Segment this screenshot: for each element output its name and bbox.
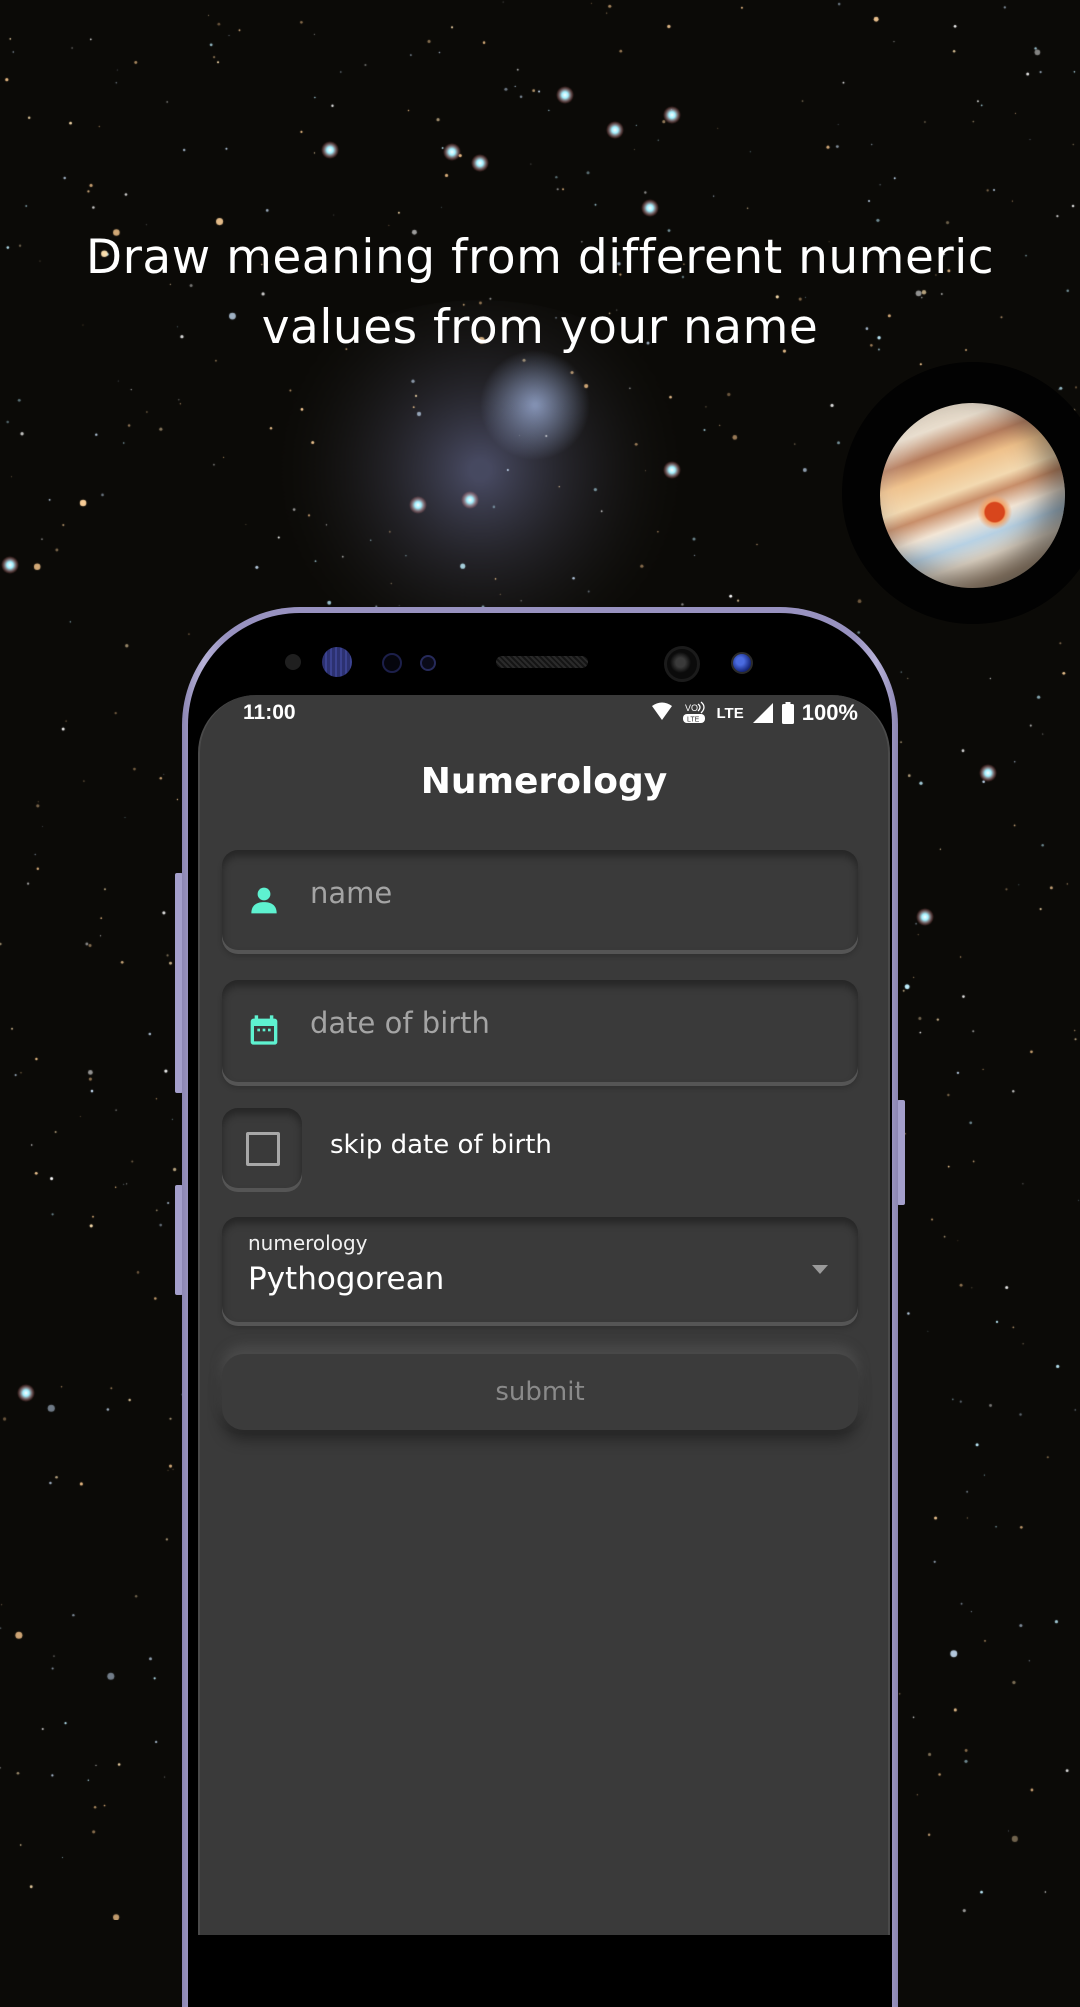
phone-power-button [897, 1100, 905, 1205]
volte-icon: VO LTE [682, 701, 705, 724]
iris-scanner-icon [322, 647, 352, 677]
checkbox-square-icon [246, 1132, 280, 1166]
submit-button[interactable]: submit [222, 1354, 858, 1430]
numerology-select-value: Pythogorean [248, 1261, 445, 1297]
svg-text:VO: VO [685, 703, 698, 713]
jupiter-image [880, 403, 1065, 588]
status-icons: VO LTE LTE 100% [651, 700, 858, 726]
date-of-birth-input[interactable]: date of birth [222, 980, 858, 1082]
svg-text:LTE: LTE [687, 717, 700, 724]
dropdown-caret-icon[interactable] [812, 1265, 828, 1274]
wifi-icon [651, 702, 672, 720]
dob-placeholder: date of birth [310, 1006, 490, 1040]
phone-screen: 11:00 VO LTE LTE 100% Numerology name dat… [198, 695, 890, 1935]
front-camera-icon [664, 646, 700, 682]
calendar-icon [250, 1015, 278, 1045]
camera-lens-icon [731, 652, 753, 674]
name-input[interactable]: name [222, 850, 858, 950]
sensor-ring-icon [382, 653, 402, 673]
proximity-sensor-icon [285, 654, 301, 670]
battery-icon [781, 702, 794, 724]
person-icon [251, 887, 277, 914]
sensor-small-icon [420, 655, 436, 671]
numerology-select[interactable]: numerology Pythogorean [222, 1217, 858, 1322]
skip-dob-label[interactable]: skip date of birth [330, 1130, 552, 1160]
name-placeholder: name [310, 876, 393, 910]
status-bar: 11:00 VO LTE LTE 100% [200, 695, 888, 731]
lte-icon: LTE [716, 704, 744, 722]
status-time: 11:00 [243, 701, 296, 724]
promo-headline-line-1: Draw meaning from different numeric [85, 230, 995, 285]
battery-percent: 100% [801, 700, 858, 725]
signal-icon [752, 703, 773, 723]
earpiece-speaker [496, 656, 588, 668]
numerology-select-label: numerology [248, 1231, 368, 1255]
promo-headline-line-2: values from your name [261, 300, 819, 355]
skip-dob-checkbox[interactable] [222, 1108, 302, 1188]
app-title: Numerology [420, 761, 668, 802]
